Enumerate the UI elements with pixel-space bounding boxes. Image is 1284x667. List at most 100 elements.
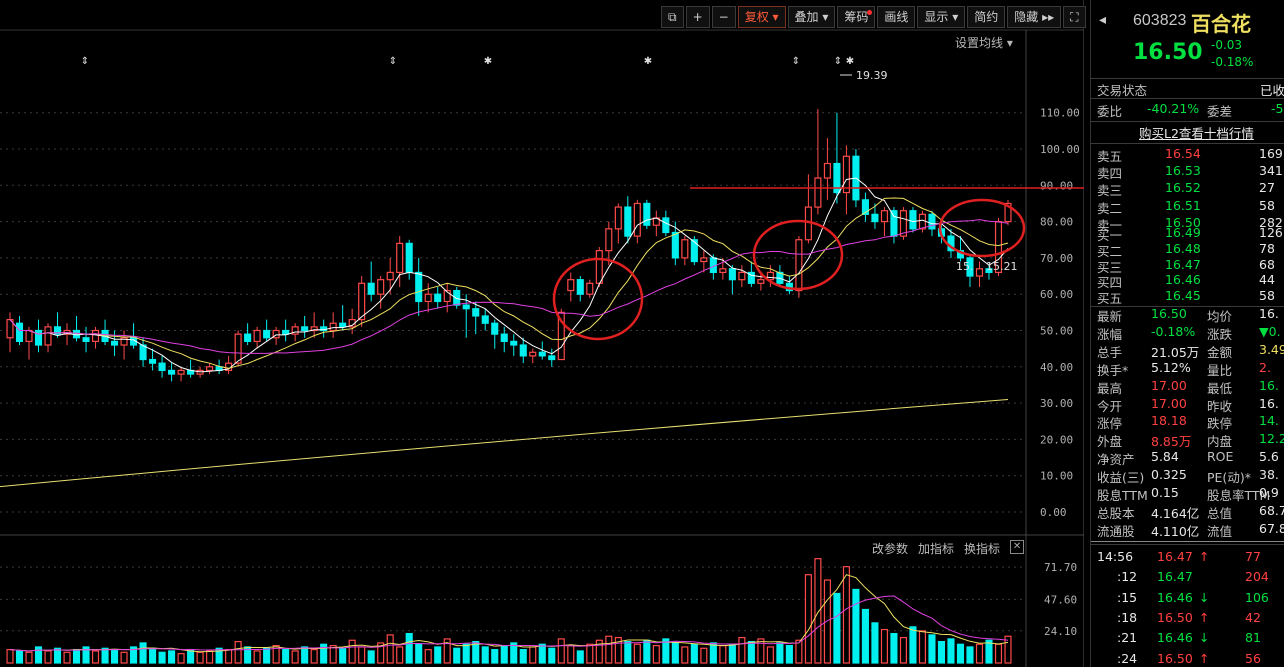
stats-row: 股息TTM 0.15 股息率TTM 0.9: [1095, 485, 1284, 503]
draw-line-button[interactable]: 画线: [877, 6, 916, 28]
tick-row: :21 16.46 ↓ 81: [1095, 630, 1284, 648]
volume-bar: [928, 634, 936, 664]
overlay-button[interactable]: 叠加 ▾: [787, 6, 836, 28]
candle-body: [111, 340, 119, 346]
volume-bar: [453, 647, 461, 664]
volume-bar: [728, 643, 736, 664]
ask-label: 卖五: [1097, 149, 1123, 164]
candle-body: [396, 242, 404, 274]
zoom-out-button[interactable]: −: [711, 6, 736, 28]
bid-volume: 58: [1259, 288, 1275, 304]
tick-direction: ↓: [1199, 630, 1210, 646]
volume-bar: [994, 643, 1003, 664]
restore-rights-button[interactable]: 复权 ▾: [737, 6, 786, 28]
volume-bar: [91, 650, 100, 664]
stats-row: 换手* 5.12% 量比 2.: [1095, 360, 1284, 378]
candle-body: [453, 289, 461, 306]
tick-time: :21: [1117, 630, 1138, 646]
volume-bar: [234, 640, 242, 664]
stat-value: 67.82: [1259, 520, 1284, 536]
volume-bar: [738, 636, 746, 664]
weicha-label: 委差: [1207, 104, 1233, 119]
quote-header: ◂ 603823 百合花 16.50 -0.03 -0.18%: [1091, 0, 1284, 80]
stats-row: 涨停 18.18 跌停 14.: [1095, 413, 1284, 431]
fullscreen-icon[interactable]: ⛶: [1063, 6, 1086, 28]
close-icon[interactable]: ✕: [1010, 540, 1025, 554]
tick-volume: 204: [1245, 569, 1269, 585]
candle-body: [671, 231, 679, 259]
stat-value: 0.325: [1151, 467, 1187, 483]
volume-bar: [358, 646, 366, 664]
volume-bar: [386, 634, 394, 664]
layout-icon[interactable]: ⧉: [661, 6, 684, 28]
candle-body: [757, 279, 765, 284]
stat-value: 5.6: [1259, 449, 1279, 465]
stat-label: 净资产: [1097, 452, 1135, 468]
zoom-in-button[interactable]: +: [685, 6, 710, 28]
candle-body: [529, 351, 537, 357]
volume-bar: [253, 650, 261, 664]
event-marker-icon: ⇕: [389, 56, 397, 67]
stat-value: 16.50: [1151, 306, 1187, 321]
candle-body: [814, 177, 822, 208]
kline-chart[interactable]: 110.00 100.00 90.00 80.00 70.00 60.00 50.00 40.…: [0, 0, 1084, 667]
stat-label: 总股本: [1097, 505, 1135, 521]
volume-bar: [937, 640, 946, 664]
chips-button[interactable]: 筹码: [837, 6, 876, 28]
stat-value: 4.164亿: [1151, 505, 1200, 521]
volume-bar: [158, 651, 166, 664]
candle-body: [244, 333, 252, 342]
set-ma-button[interactable]: 设置均线 ▾: [955, 34, 1013, 51]
stat-label: 换手*: [1097, 362, 1129, 378]
candle-body: [595, 250, 603, 284]
volume-bar: [871, 622, 879, 664]
candle-body: [567, 279, 575, 292]
volume-bar: [462, 643, 470, 664]
display-button[interactable]: 显示 ▾: [917, 6, 966, 28]
collapse-arrow-icon[interactable]: ◂: [1099, 12, 1106, 28]
candle-body: [738, 271, 746, 281]
stat-label: 总值: [1207, 505, 1233, 521]
stat-label: 最新: [1097, 309, 1123, 324]
volume-bar: [624, 640, 632, 664]
stats-row: 净资产 5.84 ROE 5.6: [1095, 449, 1284, 467]
stat-label: PE(动)*: [1207, 470, 1251, 486]
price-tick-label: 70.00: [1040, 252, 1073, 265]
volume-bar: [424, 649, 432, 664]
volume-tick-label: 47.60: [1044, 593, 1077, 606]
volume-bar: [681, 646, 689, 664]
volume-bar: [434, 646, 442, 664]
status-label: 交易状态: [1097, 83, 1148, 98]
tick-direction: ↑: [1199, 609, 1210, 625]
candle-body: [643, 202, 651, 226]
buy-l2-link[interactable]: 购买L2查看十档行情: [1139, 123, 1254, 142]
candle-body: [415, 271, 423, 303]
stats-row: 涨幅 -0.18% 涨跌 ▼0.: [1095, 324, 1284, 342]
add-indicator-button[interactable]: 加指标: [918, 540, 954, 557]
tick-row: 14:56 16.47 ↑ 77: [1095, 549, 1284, 567]
change-params-button[interactable]: 改参数: [872, 540, 908, 557]
swap-indicator-button[interactable]: 换指标: [964, 540, 1000, 557]
quote-panel: ◂ 603823 百合花 16.50 -0.03 -0.18% 交易状态 已收 …: [1090, 0, 1284, 667]
volume-bar: [206, 650, 214, 664]
stat-value: 68.70: [1259, 502, 1284, 518]
stat-label: 涨幅: [1097, 326, 1123, 342]
stat-value: 16.: [1259, 395, 1279, 411]
candle-body: [434, 293, 442, 303]
candle-body: [823, 162, 831, 179]
tick-volume: 77: [1245, 549, 1261, 564]
event-marker-icon: ⇕: [792, 56, 800, 67]
candle-body: [367, 282, 375, 295]
kline-chart-area[interactable]: 110.00 100.00 90.00 80.00 70.00 60.00 50.00 40.…: [0, 0, 1086, 667]
volume-bar: [842, 566, 850, 664]
volume-bar: [776, 642, 784, 664]
volume-bar: [975, 643, 984, 664]
volume-bar: [833, 592, 841, 664]
candle-body: [377, 279, 385, 295]
hide-button[interactable]: 隐藏 ▸▸: [1007, 6, 1062, 28]
ask-volume: 58: [1259, 197, 1275, 213]
stat-label: 昨收: [1207, 398, 1233, 414]
volume-bar: [396, 646, 404, 664]
simple-button[interactable]: 简约: [967, 6, 1006, 28]
tick-volume: 81: [1245, 630, 1261, 646]
